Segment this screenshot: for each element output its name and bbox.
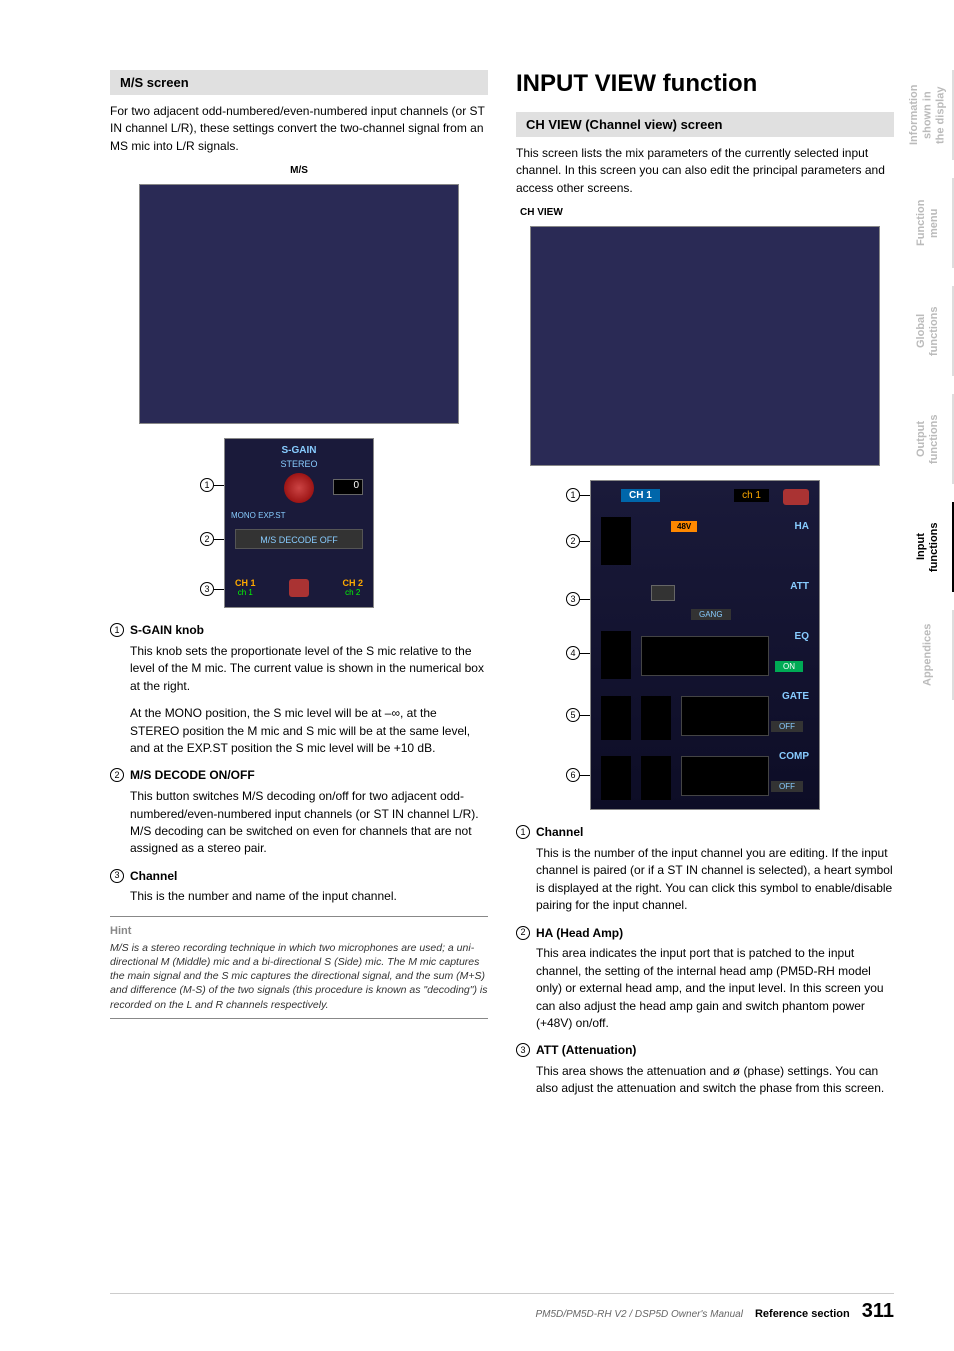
circle-1: 1	[110, 623, 124, 637]
side-tabs: Information shown in the display Functio…	[904, 70, 954, 700]
footer-page: 311	[862, 1300, 894, 1323]
chview-intro: This screen lists the mix parameters of …	[516, 145, 894, 197]
footer-section: Reference section	[755, 1308, 850, 1320]
chview-screenshot	[530, 226, 880, 466]
tab-function-menu[interactable]: Function menu	[904, 178, 954, 268]
item-ms-decode: 2 M/S DECODE ON/OFF	[110, 767, 488, 784]
r-item-ha: 2 HA (Head Amp)	[516, 925, 894, 942]
tab-global-functions[interactable]: Global functions	[904, 286, 954, 376]
r-item-att: 3 ATT (Attenuation)	[516, 1042, 894, 1059]
r-item-channel: 1 Channel	[516, 824, 894, 841]
tab-appendices[interactable]: Appendices	[904, 610, 954, 700]
chview-detail: CH 1 ch 1 48V HA ATT GANG EQ ON GATE	[590, 480, 820, 810]
ms-img-label: M/S	[110, 165, 488, 176]
ms-screenshot	[139, 184, 459, 424]
ms-intro: For two adjacent odd-numbered/even-numbe…	[110, 103, 488, 155]
circle-2: 2	[110, 768, 124, 782]
right-column: INPUT VIEW function CH VIEW (Channel vie…	[516, 70, 894, 1108]
tab-input-functions[interactable]: Input functions	[904, 502, 954, 592]
item-sgain-knob: 1 S-GAIN knob	[110, 622, 488, 639]
input-view-title: INPUT VIEW function	[516, 70, 894, 98]
tab-info-display[interactable]: Information shown in the display	[904, 70, 954, 160]
left-column: M/S screen For two adjacent odd-numbered…	[110, 70, 488, 1108]
hint-box: Hint M/S is a stereo recording technique…	[110, 916, 488, 1019]
tab-output-functions[interactable]: Output functions	[904, 394, 954, 484]
chview-header: CH VIEW (Channel view) screen	[516, 112, 894, 137]
ms-screen-header: M/S screen	[110, 70, 488, 95]
page-footer: PM5D/PM5D-RH V2 / DSP5D Owner's Manual R…	[110, 1293, 894, 1323]
item-channel: 3 Channel	[110, 868, 488, 885]
chview-img-label: CH VIEW	[520, 207, 894, 218]
sgain-detail: S-GAIN STEREO 0 MONO EXP.ST M/S DECODE O…	[224, 438, 374, 608]
circle-3: 3	[110, 869, 124, 883]
footer-manual: PM5D/PM5D-RH V2 / DSP5D Owner's Manual	[535, 1309, 743, 1320]
